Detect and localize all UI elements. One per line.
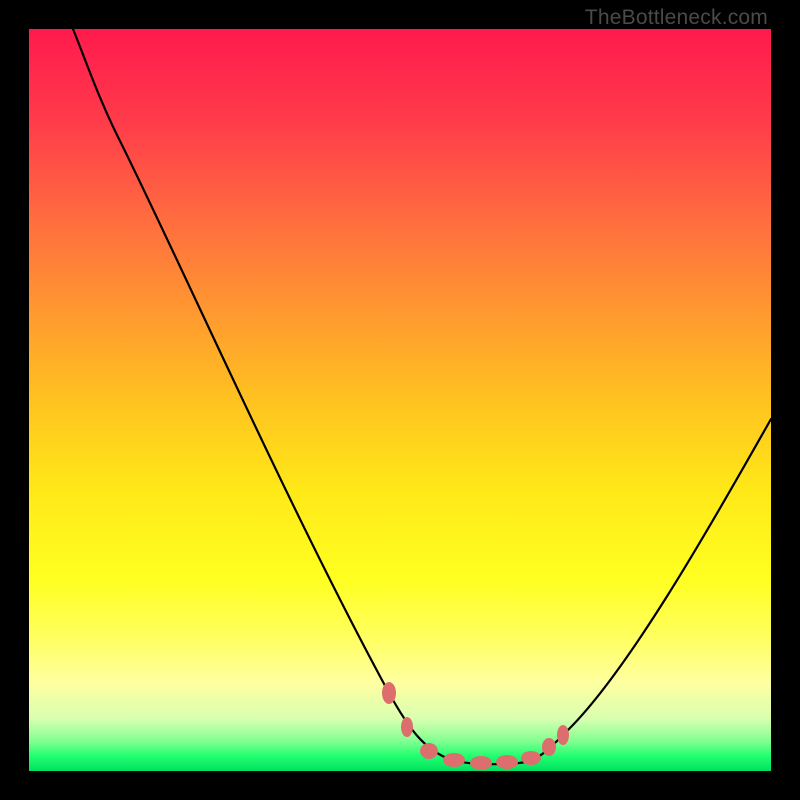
- plot-area: [29, 29, 771, 771]
- watermark-text: TheBottleneck.com: [585, 6, 768, 30]
- bottleneck-curve-path: [73, 29, 771, 764]
- highlight-dots: [382, 682, 569, 770]
- curve-svg: [29, 29, 771, 771]
- chart-frame: TheBottleneck.com: [0, 0, 800, 800]
